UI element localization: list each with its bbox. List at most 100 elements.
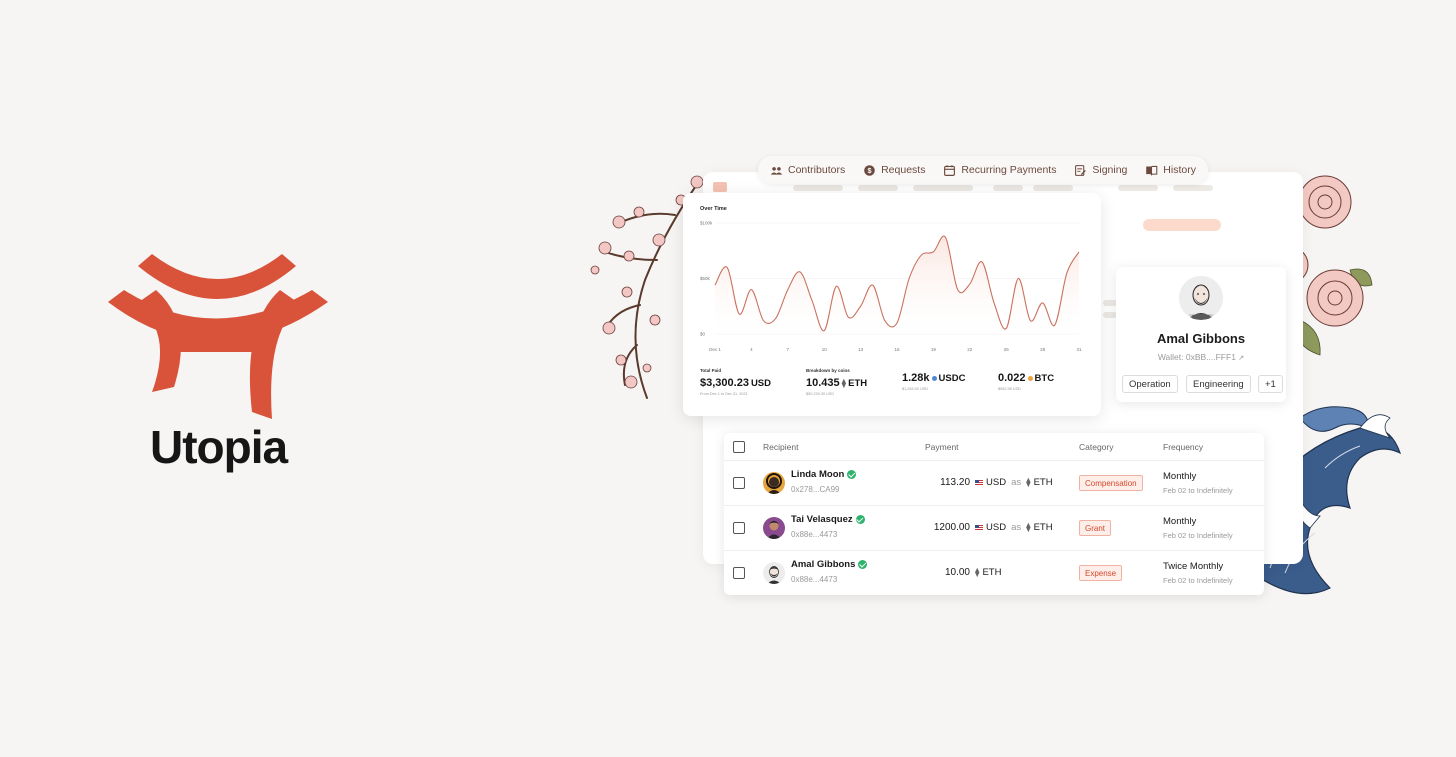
recipient-address: 0x88e...4473 — [791, 575, 838, 584]
series-area — [715, 236, 1079, 334]
table-row[interactable]: Amal Gibbons 0x88e...4473 10.00 ⧫ ETH Ex… — [724, 550, 1264, 595]
header-category: Category — [1079, 442, 1114, 452]
stat-eth: Breakdown by coins 10.435 ⧫ ETH $50,239.39… — [806, 368, 868, 396]
contributor-profile-card: Amal Gibbons Wallet: 0xBB....FFF1 ↗ Oper… — [1116, 267, 1286, 402]
nav-requests[interactable]: $ Requests — [863, 164, 925, 177]
eth-icon: ⧫ — [975, 567, 980, 577]
verified-icon — [847, 470, 857, 479]
payment-amount: 1200.00 — [933, 522, 970, 533]
frequency-range: Feb 02 to Indefinitely — [1163, 576, 1233, 585]
header-recipient: Recipient — [763, 442, 799, 452]
x-tick-label: 28 — [1040, 347, 1046, 352]
verified-icon — [858, 560, 868, 569]
verified-icon — [855, 515, 865, 524]
ghost-nav-item — [1033, 185, 1073, 191]
recipient-name: Tai Velasquez — [791, 514, 853, 525]
header-frequency: Frequency — [1163, 442, 1204, 452]
over-time-chart: $100k $50k $0 Dec 1 4 7 10 13 16 19 22 25 28 31 — [700, 221, 1082, 353]
ghost-nav-item — [1118, 185, 1158, 191]
eth-icon: ⧫ — [1026, 477, 1031, 487]
app-logo-ghost — [713, 182, 727, 192]
payment-currency: USD as ⧫ ETH — [975, 477, 1053, 488]
dollar-circle-icon: $ — [864, 164, 875, 176]
ghost-nav-item — [793, 185, 843, 191]
x-tick-label: 22 — [967, 347, 973, 352]
y-tick-label: $50k — [700, 276, 711, 281]
us-flag-icon — [975, 524, 983, 531]
x-tick-label: 7 — [787, 347, 790, 352]
usdc-icon — [931, 375, 937, 381]
row-checkbox[interactable] — [733, 522, 745, 534]
row-checkbox[interactable] — [733, 477, 745, 489]
ghost-nav-item — [913, 185, 973, 191]
payment-amount: 10.00 — [944, 567, 970, 578]
avatar — [1179, 276, 1223, 320]
x-tick-label: 31 — [1076, 347, 1082, 352]
category-badge: Compensation — [1079, 475, 1143, 491]
row-checkbox[interactable] — [733, 567, 745, 579]
recurring-payments-table: Recipient Payment Category Frequency Lin… — [724, 433, 1264, 595]
nav-contributors[interactable]: Contributors — [770, 164, 845, 177]
x-tick-label: 4 — [750, 347, 753, 352]
x-tick-label: 25 — [1004, 347, 1010, 352]
x-tick-label: 16 — [894, 347, 900, 352]
recipient-name: Linda Moon — [791, 469, 845, 480]
x-tick-label: 19 — [931, 347, 937, 352]
ghost-nav-item — [1173, 185, 1213, 191]
recipient-name: Amal Gibbons — [791, 559, 856, 570]
ghost-primary-button — [1143, 219, 1221, 231]
y-tick-label: $0 — [700, 332, 706, 337]
header-payment: Payment — [925, 442, 959, 452]
utopia-logo — [108, 254, 328, 419]
svg-text:$: $ — [868, 166, 872, 175]
signature-icon — [1075, 164, 1087, 176]
avatar — [763, 562, 785, 584]
ghost-text — [1103, 312, 1117, 318]
x-tick-label: 10 — [822, 347, 828, 352]
ghost-nav-item — [993, 185, 1023, 191]
x-tick-label: Dec 1 — [709, 347, 721, 352]
stat-btc: 0.022 BTC $962.98 USD — [998, 372, 1055, 391]
avatar — [763, 517, 785, 539]
table-row[interactable]: Linda Moon 0x278...CA99 113.20 USD as ⧫ … — [724, 460, 1264, 505]
profile-name: Amal Gibbons — [1156, 331, 1246, 346]
payment-amount: 113.20 — [940, 477, 970, 488]
stat-total-paid: Total Paid $3,300.23 USD From Dec 1 to De… — [700, 368, 771, 396]
ghost-nav-item — [858, 185, 898, 191]
nav-recurring-payments[interactable]: Recurring Payments — [943, 164, 1056, 177]
category-badge: Grant — [1079, 520, 1112, 536]
tag-more[interactable]: +1 — [1258, 375, 1283, 393]
frequency: Monthly — [1163, 471, 1197, 482]
frequency-range: Feb 02 to Indefinitely — [1163, 531, 1233, 540]
external-link-icon[interactable]: ↗ — [1238, 355, 1244, 362]
us-flag-icon — [975, 479, 983, 486]
select-all-checkbox[interactable] — [733, 441, 745, 453]
ghost-text — [1103, 300, 1117, 306]
stat-usdc: 1.28k USDC $1,284.00 USD — [902, 372, 966, 391]
frequency: Twice Monthly — [1163, 561, 1224, 572]
brand-name: Utopia — [150, 421, 288, 473]
nav-signing[interactable]: Signing — [1074, 164, 1127, 177]
frequency: Monthly — [1163, 516, 1197, 527]
payment-currency: ⧫ ETH — [975, 567, 1002, 578]
people-icon — [770, 166, 783, 175]
category-badge: Expense — [1079, 565, 1123, 581]
table-row[interactable]: Tai Velasquez 0x88e...4473 1200.00 USD a… — [724, 505, 1264, 550]
frequency-range: Feb 02 to Indefinitely — [1163, 486, 1233, 495]
btc-icon — [1027, 375, 1033, 381]
recipient-address: 0x88e...4473 — [791, 530, 838, 539]
book-icon — [1146, 165, 1158, 175]
profile-wallet: Wallet: 0xBB....FFF1 ↗ — [1157, 352, 1245, 362]
eth-icon: ⧫ — [1026, 522, 1031, 532]
payment-currency: USD as ⧫ ETH — [975, 522, 1053, 533]
y-tick-label: $100k — [700, 221, 713, 226]
tag-engineering[interactable]: Engineering — [1186, 375, 1251, 393]
avatar — [763, 472, 785, 494]
x-tick-label: 13 — [858, 347, 864, 352]
recipient-address: 0x278...CA99 — [791, 485, 840, 494]
eth-icon: ⧫ — [841, 377, 847, 388]
over-time-chart-card: Over Time $100k $50k $0 Dec 1 4 7 10 13 16 19 22 25… — [683, 193, 1101, 416]
calendar-icon — [944, 164, 956, 176]
tag-operation[interactable]: Operation — [1122, 375, 1178, 393]
nav-history[interactable]: History — [1145, 164, 1196, 177]
